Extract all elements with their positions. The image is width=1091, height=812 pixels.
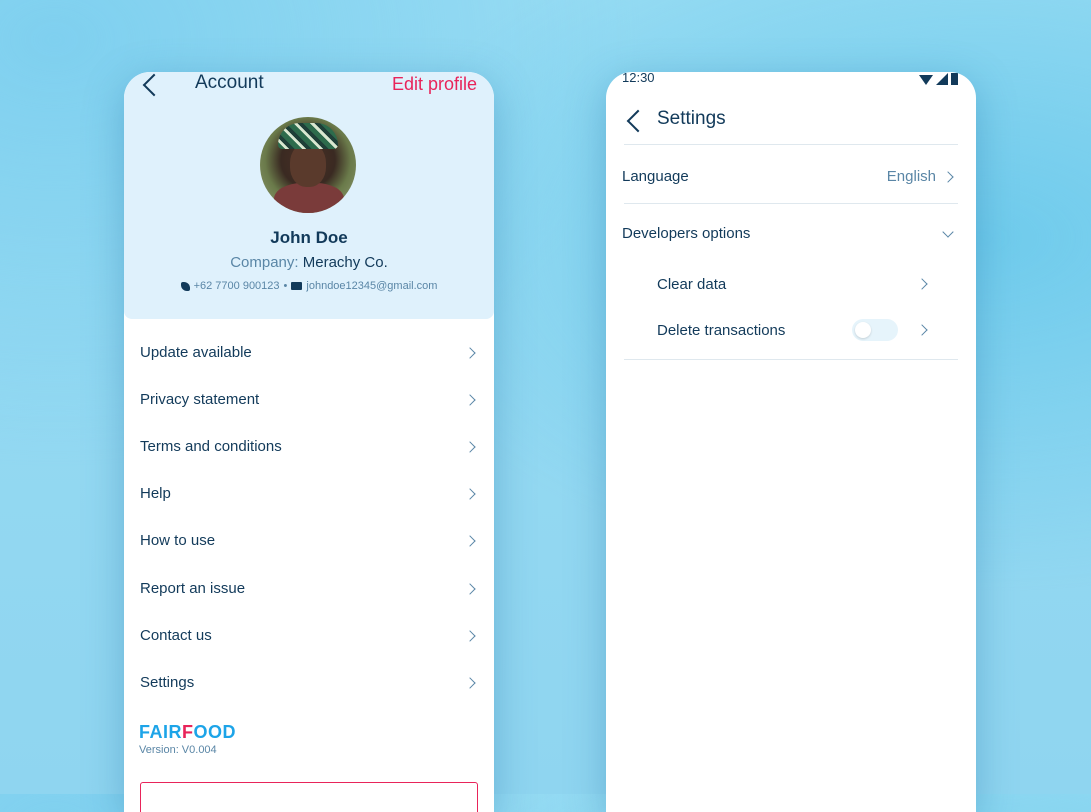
divider (624, 203, 958, 204)
wifi-icon (919, 75, 933, 85)
battery-icon (951, 73, 958, 85)
developers-options-label[interactable]: Developers options (622, 225, 750, 242)
logout-button[interactable] (140, 782, 478, 812)
profile-phone: +62 7700 900123 (193, 280, 280, 292)
menu-item-report-issue[interactable]: Report an issue (140, 574, 480, 604)
menu-item-terms[interactable]: Terms and conditions (140, 432, 480, 462)
edit-profile-link[interactable]: Edit profile (392, 74, 477, 95)
chevron-right-icon[interactable] (916, 324, 928, 336)
page-title: Settings (657, 108, 726, 129)
company-value: Merachy Co. (302, 254, 388, 271)
profile-header: Account Edit profile John Doe Company: M… (124, 72, 494, 319)
account-screen: Account Edit profile John Doe Company: M… (124, 72, 494, 812)
delete-transactions-toggle[interactable] (852, 319, 898, 341)
chevron-down-icon[interactable] (942, 226, 954, 238)
menu-item-label: Report an issue (140, 580, 246, 597)
page-title: Account (195, 72, 264, 93)
menu-item-settings[interactable]: Settings (140, 668, 480, 698)
menu-item-label: Contact us (140, 627, 212, 644)
chevron-right-icon (464, 583, 476, 595)
clear-data-label[interactable]: Clear data (657, 276, 726, 293)
settings-screen: 12:30 Settings Language English Develope… (606, 72, 976, 812)
language-label[interactable]: Language (622, 168, 689, 185)
profile-company: Company: Merachy Co. (124, 254, 494, 271)
back-arrow-icon[interactable] (626, 109, 650, 133)
phone-icon (180, 281, 190, 291)
contact-separator: • (283, 280, 288, 292)
menu-item-label: How to use (140, 532, 216, 549)
menu-item-label: Privacy statement (140, 391, 260, 408)
chevron-right-icon[interactable] (916, 278, 928, 290)
menu-item-help[interactable]: Help (140, 479, 480, 509)
status-icons (919, 72, 958, 90)
menu-item-label: Update available (140, 344, 252, 361)
profile-email: johndoe12345@gmail.com (306, 280, 438, 292)
chevron-right-icon (464, 394, 476, 406)
divider (624, 359, 958, 360)
divider (624, 144, 958, 145)
menu-item-label: Terms and conditions (140, 438, 282, 455)
mail-icon (291, 282, 303, 291)
chevron-right-icon (464, 535, 476, 547)
toggle-knob (855, 322, 871, 338)
status-time: 12:30 (622, 72, 655, 85)
chevron-right-icon[interactable] (942, 171, 954, 183)
brand-logo: FAIRFOOD (139, 722, 237, 742)
chevron-right-icon (464, 488, 476, 500)
profile-name: John Doe (270, 228, 348, 247)
profile-contact: +62 7700 900123 • johndoe12345@gmail.com (124, 280, 494, 292)
version-label: Version: V0.004 (139, 744, 217, 756)
menu-item-label: Help (140, 485, 171, 502)
chevron-right-icon (464, 677, 476, 689)
chevron-right-icon (464, 441, 476, 453)
delete-transactions-label[interactable]: Delete transactions (657, 322, 785, 339)
menu-item-privacy-statement[interactable]: Privacy statement (140, 385, 480, 415)
back-arrow-icon[interactable] (142, 73, 166, 97)
company-label: Company: (230, 254, 299, 271)
chevron-right-icon (464, 630, 476, 642)
menu-item-label: Settings (140, 674, 195, 691)
avatar (260, 117, 356, 213)
signal-icon (936, 73, 948, 85)
menu-item-update-available[interactable]: Update available (140, 338, 480, 368)
language-value[interactable]: English (887, 168, 936, 185)
menu-item-how-to-use[interactable]: How to use (140, 526, 480, 556)
menu-item-contact-us[interactable]: Contact us (140, 621, 480, 651)
chevron-right-icon (464, 347, 476, 359)
